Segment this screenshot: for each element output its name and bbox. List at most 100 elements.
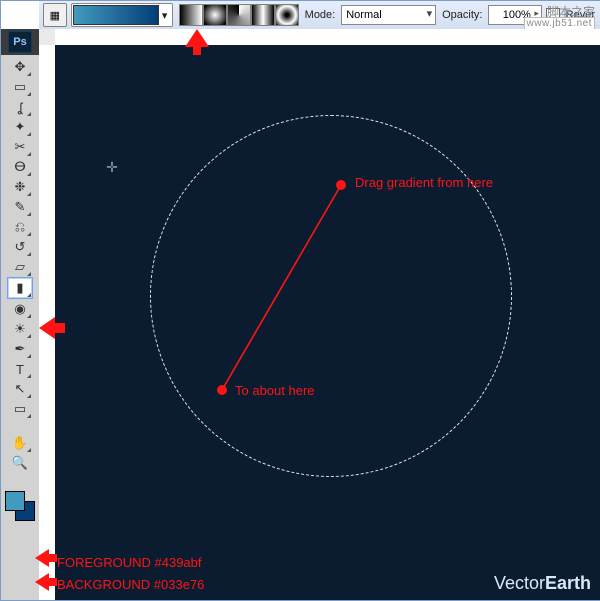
photoshop-logo-icon: Ps [8,31,32,53]
hand-icon: ✋ [12,435,28,451]
gradient-radial-button[interactable] [203,4,227,26]
flyout-icon [27,252,31,256]
eraser-tool[interactable]: ▱ [8,257,32,277]
blur-icon: ◉ [14,301,25,317]
gradient-type-group [179,4,299,26]
flyout-icon [27,172,31,176]
flyout-icon [27,334,31,338]
options-bar: ▦ ▾ Mode: Normal Opacity: 100% Rever [39,1,600,30]
gradient-icon: ▮ [16,280,23,296]
gradient-angle-button[interactable] [227,4,251,26]
blend-mode-value: Normal [346,9,381,21]
move-icon: ✥ [15,59,26,75]
move-tool[interactable]: ✥ [8,57,32,77]
brand-vector: Vector [494,573,545,593]
flyout-icon [27,232,31,236]
dodge-icon: ☀ [14,321,26,337]
blend-mode-select[interactable]: Normal [341,5,436,25]
wand-icon: ✦ [15,119,26,135]
history-brush-tool[interactable]: ↺ [8,237,32,257]
flyout-icon [27,92,31,96]
drag-end-dot [217,385,227,395]
heal-tool[interactable]: ❉ [8,177,32,197]
crop-icon: ✂ [15,139,26,155]
dodge-tool[interactable]: ☀ [8,319,32,339]
tool-preset-picker[interactable]: ▦ [43,3,67,27]
toolbox-divider [8,475,32,485]
flyout-icon [27,72,31,76]
canvas-area: ✛ Drag gradient from here To about here … [39,29,600,600]
gradient-tool-icon: ▦ [50,9,60,22]
flyout-icon [27,212,31,216]
shape-tool[interactable]: ▭ [8,399,32,419]
foreground-swatch[interactable] [5,491,25,511]
wand-tool[interactable]: ✦ [8,117,32,137]
annotation-drag-from: Drag gradient from here [355,175,493,190]
gradient-picker[interactable]: ▾ [71,3,173,27]
document-canvas[interactable]: ✛ Drag gradient from here To about here … [55,45,600,600]
flyout-icon [27,374,31,378]
flyout-icon [27,132,31,136]
brand-earth: Earth [545,573,591,593]
color-swatches[interactable] [5,491,35,521]
crop-tool[interactable]: ✂ [8,137,32,157]
gradient-linear-button[interactable] [179,4,203,26]
ruler-origin[interactable] [39,29,56,46]
vectorearth-watermark: VectorEarth [494,573,591,594]
zoom-icon: 🔍 [12,455,28,471]
type-icon: T [16,362,24,377]
heal-icon: ❉ [15,179,26,195]
callout-arrow-gradient-type [185,29,215,55]
flyout-icon [27,414,31,418]
stamp-tool[interactable]: ⎌ [8,217,32,237]
eyedropper-icon: ⴱ [14,159,26,175]
flyout-icon [27,448,31,452]
brush-icon: ✎ [15,199,26,215]
blur-tool[interactable]: ◉ [8,299,32,319]
flyout-icon [27,354,31,358]
toolbox-divider [8,421,32,431]
brush-tool[interactable]: ✎ [8,197,32,217]
eyedropper-tool[interactable]: ⴱ [8,157,32,177]
flyout-icon [27,112,31,116]
flyout-icon [27,293,31,297]
toolbox: ✥ ▭ ʆ ✦ ✂ ⴱ ❉ ✎ ⎌ ↺ ▱ ▮ ◉ ☀ ✒ T ↖ ▭ ✋ 🔍 [1,55,40,600]
app-header: Ps [1,29,39,55]
flyout-icon [27,152,31,156]
flyout-icon [27,192,31,196]
lasso-tool[interactable]: ʆ [8,97,32,117]
marquee-icon: ▭ [14,79,26,95]
drag-start-dot [336,180,346,190]
transform-center-icon: ✛ [105,160,119,174]
zoom-tool[interactable]: 🔍 [8,453,32,473]
shape-icon: ▭ [14,401,26,417]
gradient-diamond-button[interactable] [275,4,299,26]
pen-tool[interactable]: ✒ [8,339,32,359]
annotation-foreground: FOREGROUND #439abf [57,555,202,570]
hand-tool[interactable]: ✋ [8,433,32,453]
history-icon: ↺ [15,239,26,255]
stamp-icon: ⎌ [15,219,25,235]
path-icon: ↖ [15,381,26,397]
flyout-icon [27,394,31,398]
gradient-reflected-button[interactable] [251,4,275,26]
flyout-icon [27,314,31,318]
gradient-swatch [73,5,159,25]
annotation-to-here: To about here [235,383,315,398]
annotation-background: BACKGROUND #033e76 [57,577,204,592]
callout-arrow-foreground [35,549,57,567]
marquee-tool[interactable]: ▭ [8,77,32,97]
callout-arrow-gradient-tool [39,317,65,339]
callout-arrow-background [35,573,57,591]
eraser-icon: ▱ [15,259,25,275]
flyout-icon [27,272,31,276]
chevron-down-icon: ▾ [159,6,171,24]
gradient-tool[interactable]: ▮ [7,277,33,299]
type-tool[interactable]: T [8,359,32,379]
pen-icon: ✒ [15,341,26,357]
lasso-icon: ʆ [18,100,23,115]
app-window: ▦ ▾ Mode: Normal Opacity: 100% Rever 脚本之… [0,0,600,601]
ruler-horizontal[interactable] [55,29,600,46]
path-select-tool[interactable]: ↖ [8,379,32,399]
selection-marquee [150,115,512,477]
